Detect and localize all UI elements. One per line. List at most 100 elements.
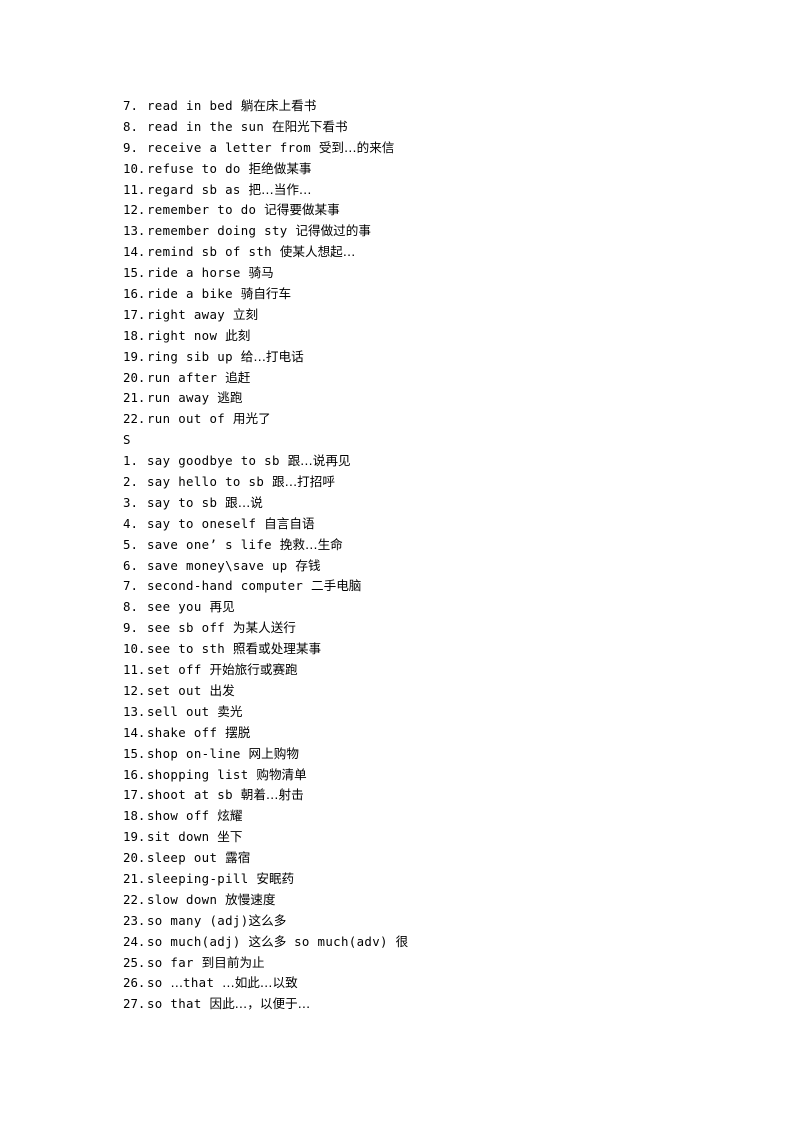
list-item-number: 18. [123, 327, 146, 343]
list-item: 13. sell out 卖光 [123, 702, 723, 723]
list-item-english: right away [147, 306, 233, 322]
list-item-chinese: 拒绝做某事 [248, 160, 312, 176]
list-item-number: 25. [123, 954, 146, 970]
list-item-number: 14. [123, 724, 146, 740]
list-item-english: set out [147, 682, 210, 698]
list-item-chinese: 二手电脑 [311, 578, 362, 594]
list-item: 13. remember doing sty 记得做过的事 [123, 221, 723, 242]
list-item-english: sell out [147, 703, 218, 719]
list-item: 21. sleeping-pill 安眠药 [123, 869, 723, 890]
list-item-number: 13. [123, 703, 146, 719]
list-item: 18. show off 炫耀 [123, 806, 723, 827]
document-page: 7. read in bed 躺在床上看书 8. read in the sun 在阳… [0, 0, 794, 1123]
list-item: 4. say to oneself 自言自语 [123, 514, 723, 535]
list-item-chinese: 挽救…生命 [279, 536, 343, 552]
list-item-chinese: 这么多 [248, 912, 287, 928]
list-item-number: 26. [123, 975, 146, 991]
list-item-english: remember to do [147, 202, 265, 218]
list-item-number: 8. [123, 599, 138, 615]
list-item-chinese: 跟…打招呼 [271, 474, 335, 490]
list-item-number: 21. [123, 870, 146, 886]
list-item: 17. right away 立刻 [123, 305, 723, 326]
list-item-chinese: 使某人想起… [279, 244, 356, 260]
list-item: 5. save one’ s life 挽救…生命 [123, 535, 723, 556]
list-item-english: save money\save up [147, 557, 296, 573]
list-item: 8. see you 再见 [123, 597, 723, 618]
list-item-number: 27. [123, 996, 146, 1012]
list-item-english: so [147, 975, 171, 991]
list-item-chinese: 记得要做某事 [264, 202, 340, 218]
list-item-english: remember doing sty [147, 223, 296, 239]
list-item: 20. run after 追赶 [123, 368, 723, 389]
list-item: 14. remind sb of sth 使某人想起… [123, 242, 723, 263]
list-item-number: 15. [123, 265, 146, 281]
list-item-chinese: 网上购物 [248, 745, 299, 761]
list-item-english: shoot at sb [147, 787, 241, 803]
list-item-chinese: 把…当作… [248, 181, 312, 197]
list-item-chinese: 这么多 [248, 933, 287, 949]
list-item: 25. so far 到目前为止 [123, 953, 723, 974]
list-item-chinese-secondary: 很 [395, 933, 409, 949]
list-item-number: 18. [123, 808, 146, 824]
list-item: 14. shake off 摆脱 [123, 723, 723, 744]
list-item-number: 19. [123, 829, 146, 845]
list-item-english: ring sib up [147, 348, 241, 364]
list-item-english: run away [147, 390, 218, 406]
list-item: 15. shop on-line 网上购物 [123, 744, 723, 765]
list-item: 12. remember to do 记得要做某事 [123, 200, 723, 221]
list-item-chinese: 立刻 [232, 306, 259, 322]
list-item-english: shake off [147, 724, 226, 740]
list-item: 27. so that 因此…，以便于… [123, 994, 723, 1015]
list-item-english: save one’ s life [147, 536, 280, 552]
list-item-number: 14. [123, 244, 146, 260]
list-item: 16. shopping list 购物清单 [123, 765, 723, 786]
list-item-english: remind sb of sth [147, 244, 280, 260]
list-item-english: sit down [147, 829, 218, 845]
list-item-chinese-secondary: …如此…以致 [222, 975, 298, 991]
list-item-chinese: 记得做过的事 [295, 223, 371, 239]
list-item: 1. say goodbye to sb 跟…说再见 [123, 451, 723, 472]
list-item-chinese: 给…打电话 [240, 348, 304, 364]
list-item: 19. ring sib up 给…打电话 [123, 347, 723, 368]
list-item: 20. sleep out 露宿 [123, 848, 723, 869]
list-item-english: run after [147, 369, 226, 385]
section-heading-label: S [123, 432, 131, 448]
list-item-chinese: 再见 [209, 599, 235, 615]
list-item-english-secondary: so much(adv) [286, 933, 396, 949]
list-item-number: 9. [123, 620, 138, 636]
list-item-chinese: 露宿 [225, 850, 251, 866]
list-item-chinese: 为某人送行 [232, 620, 296, 636]
list-item-english: sleep out [147, 850, 226, 866]
list-item-english: see sb off [147, 620, 233, 636]
list-item-english: ride a bike [147, 286, 241, 302]
list-item-number: 7. [123, 578, 138, 594]
list-item-english: say to oneself [147, 515, 265, 531]
list-item: 24. so much(adj) 这么多 so much(adv) 很 [123, 932, 723, 953]
list-item-number: 7. [123, 98, 138, 113]
list-item-english: read in bed [147, 98, 241, 113]
list-item-number: 21. [123, 390, 146, 406]
list-item-english: ride a horse [147, 265, 249, 281]
list-item-chinese: 安眠药 [256, 870, 295, 886]
list-item-number: 22. [123, 891, 146, 907]
list-item-english: so far [147, 954, 202, 970]
list-item-chinese: 开始旅行或赛跑 [209, 662, 298, 678]
list-item-number: 2. [123, 474, 138, 490]
list-item: 15. ride a horse 骑马 [123, 263, 723, 284]
list-item-number: 24. [123, 933, 146, 949]
list-item-number: 20. [123, 850, 146, 866]
list-item-chinese: 卖光 [217, 703, 243, 719]
list-item-english: show off [147, 808, 218, 824]
list-item: 6. save money\save up 存钱 [123, 556, 723, 577]
list-item-chinese: 跟…说 [225, 494, 263, 510]
list-item-number: 19. [123, 348, 146, 364]
list-item-chinese: 在阳光下看书 [271, 118, 348, 134]
list-item-number: 22. [123, 411, 146, 427]
list-item-english: refuse to do [147, 160, 249, 176]
list-item-chinese: 到目前为止 [201, 954, 265, 970]
list-item-english: receive a letter from [147, 139, 319, 155]
list-item-chinese: 躺在床上看书 [240, 98, 317, 113]
list-item-english: sleeping-pill [147, 870, 257, 886]
list-item: 7. read in bed 躺在床上看书 [123, 96, 723, 117]
list-item-english: see to sth [147, 641, 233, 657]
